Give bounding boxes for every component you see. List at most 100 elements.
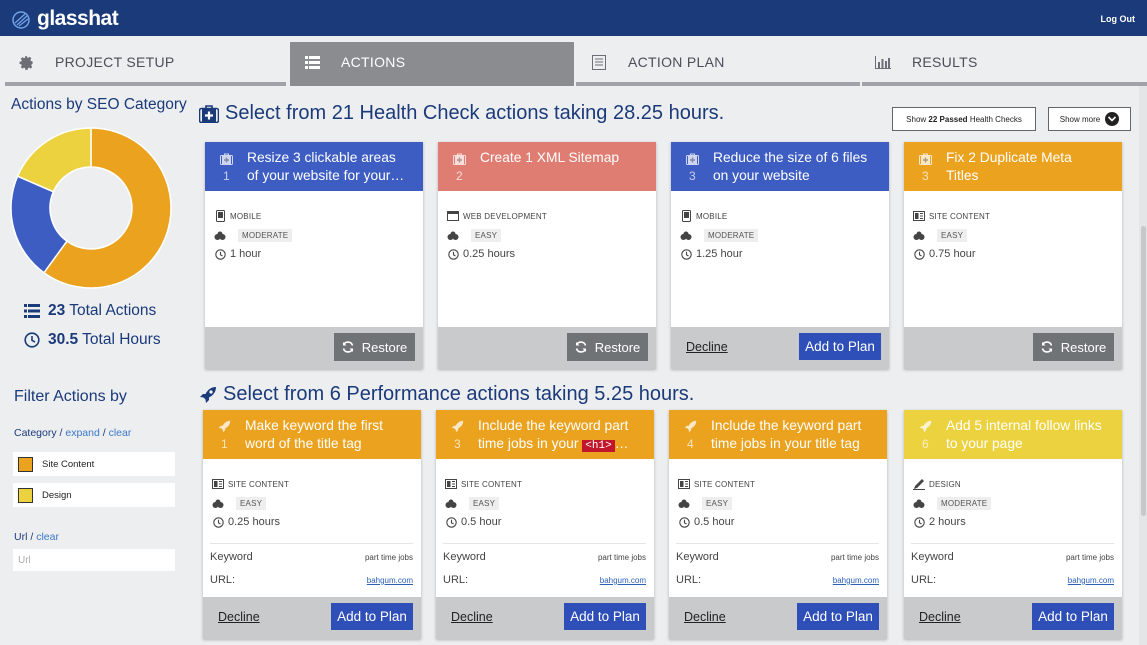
difficulty-badge: EASY bbox=[702, 497, 733, 510]
card-number: 4 bbox=[687, 437, 694, 451]
card-title[interactable]: Resize 3 clickable areas of your website… bbox=[247, 149, 407, 185]
decline-link[interactable]: Decline bbox=[451, 610, 493, 624]
tab-label: ACTION PLAN bbox=[628, 54, 725, 70]
sidebar-title: Actions by SEO Category bbox=[11, 96, 187, 113]
card-title-text: Include the keyword part time jobs in yo… bbox=[711, 418, 862, 451]
content-icon bbox=[444, 478, 458, 490]
restore-label: Restore bbox=[361, 339, 408, 355]
tab-actions[interactable]: ACTIONS bbox=[290, 42, 574, 86]
content-icon bbox=[677, 478, 691, 490]
health-check-action-card: 3 Reduce the size of 6 files on your webs… bbox=[671, 142, 889, 369]
total-hours-value: 30.5 bbox=[48, 331, 79, 348]
passed-word: Passed bbox=[939, 114, 968, 124]
difficulty-icon bbox=[679, 230, 693, 242]
clear-url-link[interactable]: clear bbox=[36, 531, 59, 543]
hours-text: 0.5 hour bbox=[461, 516, 502, 528]
card-footer: Restore bbox=[904, 327, 1122, 369]
card-difficulty: EASY bbox=[912, 229, 968, 242]
keyword-value: part time jobs bbox=[830, 552, 879, 562]
tab-results[interactable]: RESULTS bbox=[862, 42, 1147, 86]
expand-link[interactable]: expand bbox=[65, 427, 99, 439]
restore-button[interactable]: Restore bbox=[567, 333, 648, 361]
card-difficulty: EASY bbox=[446, 229, 502, 242]
scrollbar[interactable] bbox=[1139, 86, 1147, 645]
card-title[interactable]: Include the keyword part time jobs in yo… bbox=[711, 417, 871, 453]
url-link[interactable]: bahgum.com bbox=[367, 576, 413, 585]
hours-text: 2 hours bbox=[929, 516, 966, 528]
card-footer: Decline Add to Plan bbox=[203, 597, 421, 639]
performance-action-card: 1 Make keyword the first word of the titl… bbox=[203, 410, 421, 639]
card-header: 1 Resize 3 clickable areas of your websit… bbox=[205, 142, 423, 191]
decline-link[interactable]: Decline bbox=[919, 610, 961, 624]
url-label: URL: bbox=[911, 574, 937, 586]
card-title-code: <h1> bbox=[582, 440, 615, 452]
url-link[interactable]: bahgum.com bbox=[600, 576, 646, 585]
card-title[interactable]: Make keyword the first word of the title… bbox=[245, 417, 405, 453]
filter-site-content[interactable]: Site Content bbox=[13, 452, 175, 476]
show-passed-health-checks-button[interactable]: Show 22 Passed Health Checks bbox=[892, 107, 1036, 131]
show-more-button[interactable]: Show more bbox=[1048, 107, 1131, 131]
difficulty-badge: EASY bbox=[937, 229, 968, 242]
keyword-label: Keyword bbox=[911, 551, 954, 563]
clear-category-link[interactable]: clear bbox=[109, 427, 132, 439]
card-title[interactable]: Fix 2 Duplicate Meta Titles bbox=[946, 149, 1106, 185]
total-actions-label: Total Actions bbox=[69, 302, 157, 319]
keyword-label: Keyword bbox=[210, 551, 253, 563]
card-number: 3 bbox=[454, 437, 461, 451]
logo[interactable]: glasshat bbox=[9, 7, 119, 31]
card-title[interactable]: Create 1 XML Sitemap bbox=[480, 149, 640, 167]
url-link[interactable]: bahgum.com bbox=[833, 576, 879, 585]
tab-project-setup[interactable]: PROJECT SETUP bbox=[5, 42, 286, 86]
restore-button[interactable]: Restore bbox=[1033, 333, 1114, 361]
card-title-text: Reduce the size of 6 files on your websi… bbox=[713, 150, 868, 183]
category-text: MOBILE bbox=[696, 211, 728, 221]
card-difficulty: EASY bbox=[211, 497, 267, 510]
restore-button[interactable]: Restore bbox=[334, 333, 415, 361]
medkit-icon bbox=[453, 152, 466, 165]
card-category: WEB DEVELOPMENT bbox=[446, 210, 547, 222]
add-to-plan-button[interactable]: Add to Plan bbox=[564, 603, 646, 630]
url-filter-input[interactable] bbox=[13, 549, 175, 571]
scrollbar-thumb[interactable] bbox=[1141, 226, 1146, 516]
keyword-row: Keyword part time jobs bbox=[210, 551, 413, 563]
difficulty-icon bbox=[446, 230, 460, 242]
filter-design[interactable]: Design bbox=[13, 483, 175, 507]
category-text: WEB DEVELOPMENT bbox=[463, 211, 547, 221]
clock-icon bbox=[679, 248, 693, 260]
url-link[interactable]: bahgum.com bbox=[1068, 576, 1114, 585]
url-filter-label: Url / clear bbox=[14, 531, 59, 543]
content-icon bbox=[912, 210, 926, 222]
bar-chart-icon bbox=[875, 54, 891, 70]
card-hours: 1.25 hour bbox=[679, 248, 742, 260]
decline-link[interactable]: Decline bbox=[686, 340, 728, 354]
tab-action-plan[interactable]: ACTION PLAN bbox=[576, 42, 860, 86]
card-title[interactable]: Include the keyword part time jobs in yo… bbox=[478, 417, 638, 455]
rocket-icon bbox=[451, 420, 464, 433]
add-to-plan-button[interactable]: Add to Plan bbox=[799, 333, 881, 360]
card-difficulty: EASY bbox=[677, 497, 733, 510]
card-header: 3 Include the keyword part time jobs in y… bbox=[436, 410, 654, 459]
card-hours: 0.5 hour bbox=[677, 516, 734, 528]
card-footer: Decline Add to Plan bbox=[671, 327, 889, 369]
card-hours: 1 hour bbox=[213, 248, 261, 260]
rocket-icon bbox=[919, 420, 932, 433]
category-label: Category bbox=[14, 427, 57, 439]
logo-text: glasshat bbox=[37, 7, 119, 30]
add-to-plan-button[interactable]: Add to Plan bbox=[1032, 603, 1114, 630]
filter-label: Design bbox=[42, 489, 72, 501]
add-to-plan-button[interactable]: Add to Plan bbox=[797, 603, 879, 630]
url-row: URL: bahgum.com bbox=[676, 574, 879, 586]
decline-link[interactable]: Decline bbox=[684, 610, 726, 624]
clock-icon bbox=[912, 516, 926, 528]
decline-link[interactable]: Decline bbox=[218, 610, 260, 624]
add-to-plan-button[interactable]: Add to Plan bbox=[331, 603, 413, 630]
keyword-row: Keyword part time jobs bbox=[443, 551, 646, 563]
card-title[interactable]: Add 5 internal follow links to your page bbox=[946, 417, 1106, 453]
browser-icon bbox=[446, 210, 460, 222]
logout-link[interactable]: Log Out bbox=[1101, 14, 1136, 24]
card-title[interactable]: Reduce the size of 6 files on your websi… bbox=[713, 149, 873, 185]
health-check-action-card: 2 Create 1 XML Sitemap WEB DEVELOPMENT EASY… bbox=[438, 142, 656, 369]
card-hours: 0.75 hour bbox=[912, 248, 975, 260]
medkit-icon bbox=[686, 152, 699, 165]
card-title-text: Create 1 XML Sitemap bbox=[480, 150, 620, 165]
